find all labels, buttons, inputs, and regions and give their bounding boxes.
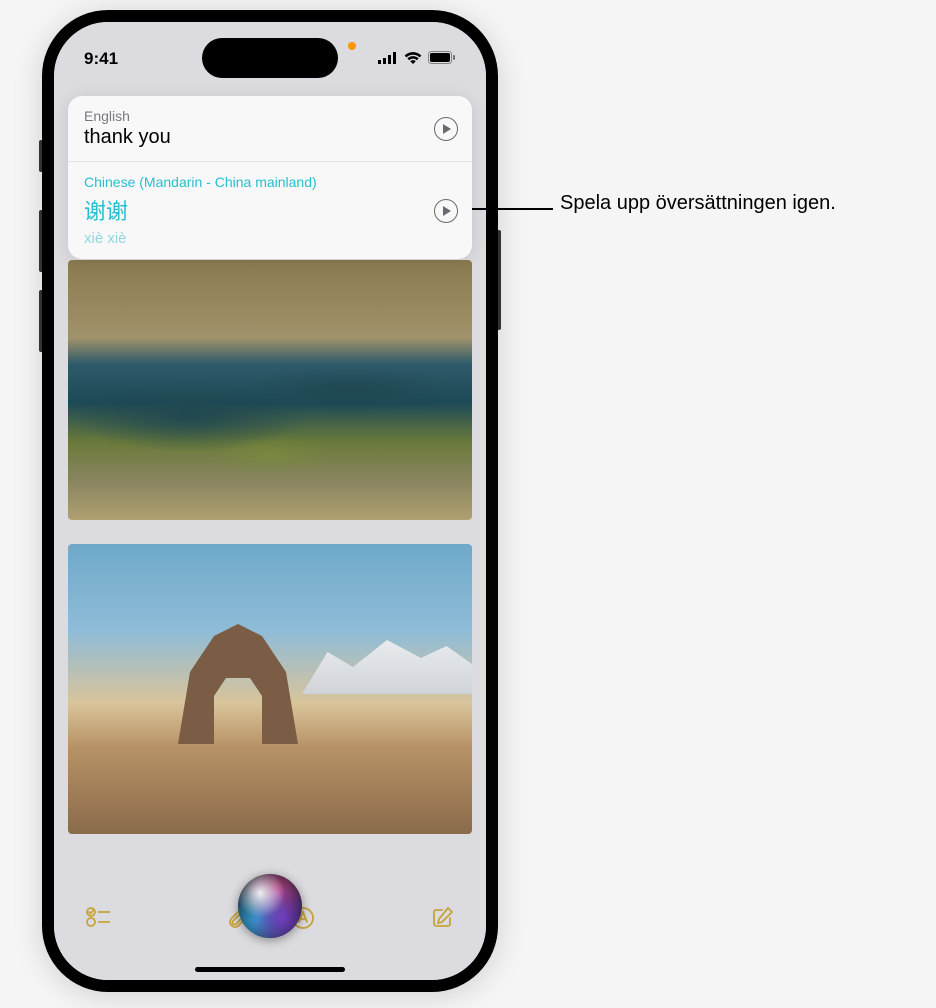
screen: 9:41 Engl bbox=[54, 22, 486, 980]
volume-up-button bbox=[39, 210, 42, 272]
play-translation-button[interactable] bbox=[434, 199, 458, 223]
siri-translation-card: English thank you Chinese (Mandarin - Ch… bbox=[68, 96, 472, 259]
background-photo-desert-arch bbox=[68, 544, 472, 834]
source-language-label: English bbox=[84, 108, 456, 124]
wifi-icon bbox=[404, 49, 422, 69]
mountain-range bbox=[302, 634, 472, 694]
iphone-frame: 9:41 Engl bbox=[42, 10, 498, 992]
translation-source-row: English thank you bbox=[68, 96, 472, 161]
home-indicator[interactable] bbox=[195, 967, 345, 972]
callout-label: Spela upp översättningen igen. bbox=[560, 192, 836, 215]
background-photo-river bbox=[68, 260, 472, 520]
translation-target-row: Chinese (Mandarin - China mainland) 谢谢 x… bbox=[68, 162, 472, 259]
checklist-icon[interactable] bbox=[86, 906, 112, 933]
mic-indicator-dot bbox=[348, 42, 356, 50]
cellular-icon bbox=[378, 49, 398, 69]
dynamic-island bbox=[202, 38, 338, 78]
source-text: thank you bbox=[84, 126, 456, 149]
rock-arch bbox=[178, 624, 298, 744]
battery-icon bbox=[428, 49, 456, 69]
silent-switch bbox=[39, 140, 42, 172]
volume-down-button bbox=[39, 290, 42, 352]
compose-icon[interactable] bbox=[430, 906, 454, 935]
status-time: 9:41 bbox=[84, 49, 118, 69]
side-button bbox=[498, 230, 501, 330]
play-source-button[interactable] bbox=[434, 117, 458, 141]
target-pinyin: xiè xiè bbox=[84, 230, 456, 247]
target-language-label: Chinese (Mandarin - China mainland) bbox=[84, 174, 456, 190]
siri-orb[interactable] bbox=[238, 874, 302, 938]
target-text: 谢谢 bbox=[84, 194, 456, 226]
